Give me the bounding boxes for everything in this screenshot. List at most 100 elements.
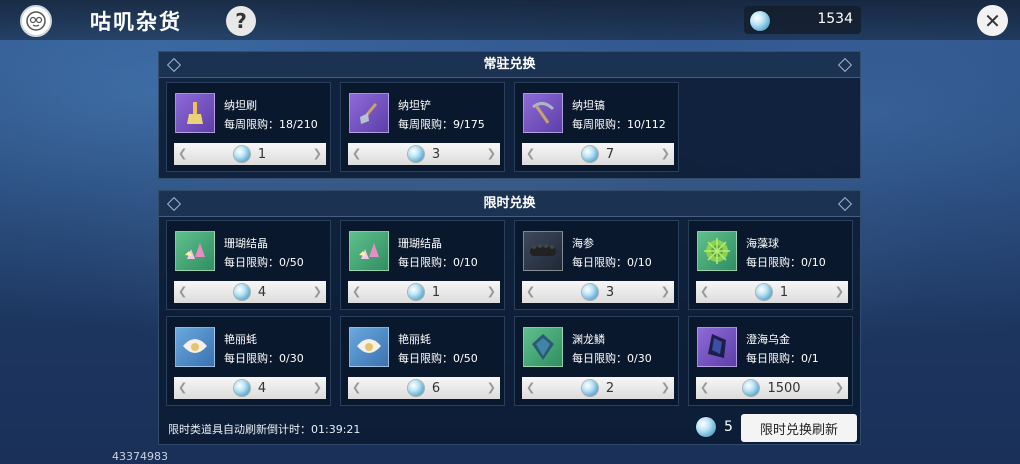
gem-icon [581, 380, 598, 396]
currency-amount: 1534 [817, 11, 853, 27]
item-name: 澄海乌金 [746, 333, 790, 346]
buy-button[interactable]: ❮ 4 ❯ [174, 377, 326, 399]
buy-button[interactable]: ❮ 3 ❯ [348, 143, 500, 165]
buy-button[interactable]: ❮ 1 ❯ [174, 143, 326, 165]
shop-item-card[interactable]: 澄海乌金 每日限购：0/1 ❮ 1500 ❯ [688, 316, 853, 406]
gem-icon [696, 417, 716, 437]
shop-item-card[interactable]: 纳坦刷 每周限购：18/210 ❮ 1 ❯ [166, 82, 331, 172]
item-name: 艳丽蚝 [398, 333, 431, 346]
black-gold-icon [697, 327, 737, 367]
ornament-icon [837, 57, 853, 73]
gem-icon [743, 380, 760, 396]
item-limit: 每日限购：0/10 [572, 256, 652, 269]
item-price: 3 [605, 284, 615, 300]
shop-item-card[interactable]: 珊瑚结晶 每日限购：0/50 ❮ 4 ❯ [166, 220, 331, 310]
item-name: 纳坦铲 [398, 99, 431, 112]
buy-button[interactable]: ❮ 2 ❯ [522, 377, 674, 399]
buy-button[interactable]: ❮ 1 ❯ [348, 281, 500, 303]
chevron-right-icon: ❯ [834, 381, 844, 394]
gem-icon [755, 284, 772, 300]
brush-icon [175, 93, 215, 133]
permanent-section-title: 常驻兑换 [483, 57, 536, 72]
item-limit: 每周限购：18/210 [224, 118, 318, 131]
shovel-icon [349, 93, 389, 133]
item-limit: 每日限购：0/10 [746, 256, 826, 269]
avatar-icon [20, 5, 52, 37]
item-price: 6 [431, 380, 441, 396]
permanent-section-header: 常驻兑换 [159, 52, 860, 78]
chevron-left-icon: ❮ [700, 381, 710, 394]
chevron-left-icon: ❮ [700, 285, 710, 298]
buy-button[interactable]: ❮ 3 ❯ [522, 281, 674, 303]
chevron-right-icon: ❯ [312, 381, 322, 394]
buy-button[interactable]: ❮ 6 ❯ [348, 377, 500, 399]
refresh-cost-value: 5 [724, 419, 733, 435]
shop-item-card[interactable]: 珊瑚结晶 每日限购：0/10 ❮ 1 ❯ [340, 220, 505, 310]
limited-refresh-button[interactable]: 限时兑换刷新 [741, 414, 857, 442]
chevron-left-icon: ❮ [178, 381, 188, 394]
chevron-right-icon: ❯ [312, 147, 322, 160]
chevron-right-icon: ❯ [834, 285, 844, 298]
shop-item-card[interactable]: 艳丽蚝 每日限购：0/50 ❮ 6 ❯ [340, 316, 505, 406]
item-price: 1 [431, 284, 441, 300]
item-name: 渊龙鳞 [572, 333, 605, 346]
seaweed-ball-icon [697, 231, 737, 271]
item-limit: 每日限购：0/50 [398, 352, 478, 365]
item-limit: 每日限购：0/30 [572, 352, 652, 365]
item-price: 1 [257, 146, 267, 162]
chevron-left-icon: ❮ [352, 147, 362, 160]
pickaxe-icon [523, 93, 563, 133]
shop-title: 咕叽杂货 [90, 10, 182, 34]
player-uid: 43374983 [112, 450, 168, 463]
chevron-left-icon: ❮ [526, 381, 536, 394]
item-name: 珊瑚结晶 [398, 237, 442, 250]
shop-item-card[interactable]: 渊龙鳞 每日限购：0/30 ❮ 2 ❯ [514, 316, 679, 406]
top-bar: 咕叽杂货 ? 1534 ✕ [0, 0, 1020, 40]
ornament-icon [166, 196, 182, 212]
buy-button[interactable]: ❮ 1 ❯ [696, 281, 848, 303]
shop-item-card[interactable]: 纳坦铲 每周限购：9/175 ❮ 3 ❯ [340, 82, 505, 172]
chevron-left-icon: ❮ [352, 381, 362, 394]
item-price: 1500 [767, 380, 801, 396]
chevron-left-icon: ❮ [352, 285, 362, 298]
item-price: 4 [257, 284, 267, 300]
shop-item-card[interactable]: 纳坦镐 每周限购：10/112 ❮ 7 ❯ [514, 82, 679, 172]
refresh-cost: 5 [696, 417, 733, 437]
item-price: 3 [431, 146, 441, 162]
chevron-right-icon: ❯ [486, 147, 496, 160]
coral-crystal-icon [175, 231, 215, 271]
item-price: 7 [605, 146, 615, 162]
gem-icon [581, 284, 598, 300]
gem-icon [407, 284, 424, 300]
gem-icon [581, 146, 598, 162]
gem-icon [407, 380, 424, 396]
chevron-right-icon: ❯ [486, 381, 496, 394]
help-button[interactable]: ? [226, 6, 256, 36]
shop-item-card[interactable]: 艳丽蚝 每日限购：0/30 ❮ 4 ❯ [166, 316, 331, 406]
chevron-right-icon: ❯ [486, 285, 496, 298]
oyster-icon [175, 327, 215, 367]
coral-crystal-icon [349, 231, 389, 271]
chevron-right-icon: ❯ [660, 381, 670, 394]
item-name: 纳坦镐 [572, 99, 605, 112]
sea-cucumber-icon [523, 231, 563, 271]
item-name: 海藻球 [746, 237, 779, 250]
buy-button[interactable]: ❮ 7 ❯ [522, 143, 674, 165]
chevron-right-icon: ❯ [660, 285, 670, 298]
ornament-icon [166, 57, 182, 73]
gem-icon [233, 146, 250, 162]
item-price: 2 [605, 380, 615, 396]
dragon-scale-icon [523, 327, 563, 367]
chevron-left-icon: ❮ [526, 285, 536, 298]
chevron-right-icon: ❯ [312, 285, 322, 298]
shop-item-card[interactable]: 海参 每日限购：0/10 ❮ 3 ❯ [514, 220, 679, 310]
close-button[interactable]: ✕ [977, 5, 1008, 36]
item-name: 海参 [572, 237, 594, 250]
chevron-left-icon: ❮ [178, 285, 188, 298]
shop-item-card[interactable]: 海藻球 每日限购：0/10 ❮ 1 ❯ [688, 220, 853, 310]
item-limit: 每周限购：9/175 [398, 118, 485, 131]
currency-display: 1534 [744, 6, 861, 34]
buy-button[interactable]: ❮ 4 ❯ [174, 281, 326, 303]
gem-icon [233, 284, 250, 300]
buy-button[interactable]: ❮ 1500 ❯ [696, 377, 848, 399]
